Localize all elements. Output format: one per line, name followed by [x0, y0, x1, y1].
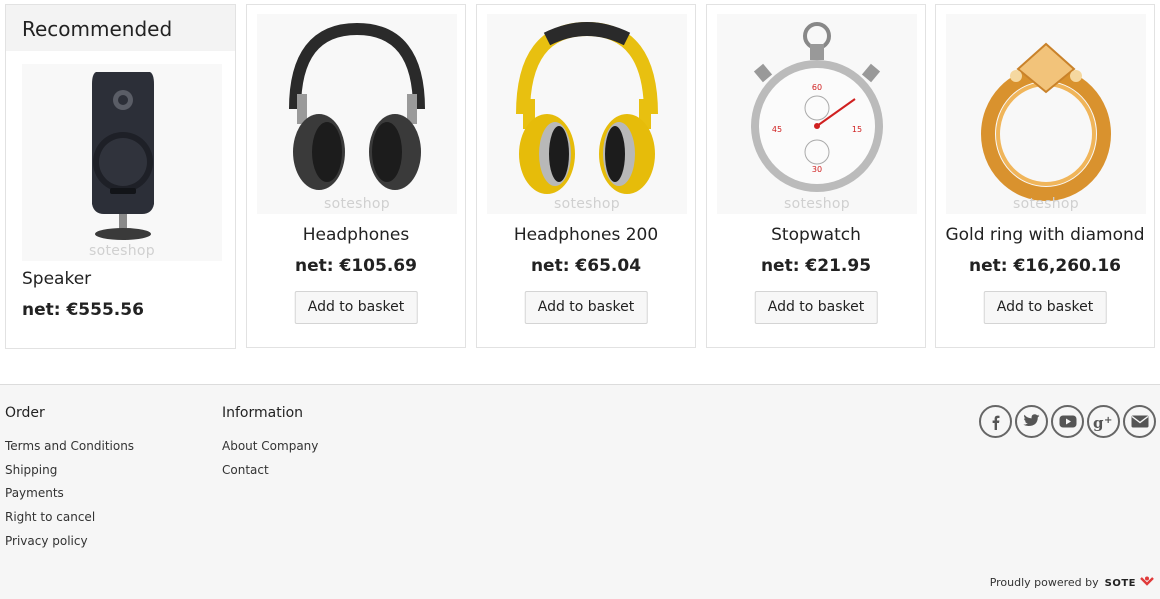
stopwatch-image[interactable]: 60 15 30 45 soteshop: [717, 14, 917, 214]
product-card: soteshop Gold ring with diamond net: €16…: [935, 4, 1155, 348]
email-icon[interactable]: [1123, 405, 1156, 438]
add-to-basket-button[interactable]: Add to basket: [754, 291, 878, 324]
footer-link-privacy[interactable]: Privacy policy: [5, 534, 134, 558]
product-name[interactable]: Headphones 200: [477, 225, 695, 245]
product-price: net: €16,260.16: [968, 256, 1122, 276]
powered-by: Proudly powered by SOTE: [990, 576, 1154, 589]
google-plus-icon[interactable]: g +: [1087, 405, 1120, 438]
footer-information-column: Information About Company Contact: [222, 405, 318, 486]
footer-link-right-to-cancel[interactable]: Right to cancel: [5, 510, 134, 534]
svg-text:g: g: [1093, 414, 1104, 431]
sote-logo-icon: [1140, 576, 1154, 586]
product-card: soteshop Headphones 200 net: €65.04 Add …: [476, 4, 696, 348]
product-name[interactable]: Gold ring with diamond: [936, 225, 1154, 245]
watermark: soteshop: [324, 196, 390, 212]
sote-brand-text: SOTE: [1104, 578, 1137, 589]
product-price: net: €65.04: [530, 256, 642, 276]
footer-order-title: Order: [5, 405, 45, 421]
speaker-image[interactable]: soteshop: [22, 64, 222, 261]
footer: Order Terms and Conditions Shipping Paym…: [0, 384, 1160, 599]
product-name[interactable]: Speaker: [22, 269, 235, 289]
watermark: soteshop: [554, 196, 620, 212]
facebook-icon[interactable]: [979, 405, 1012, 438]
svg-text:15: 15: [852, 125, 862, 134]
twitter-icon[interactable]: [1015, 405, 1048, 438]
svg-text:30: 30: [812, 165, 822, 174]
recommended-title: Recommended: [6, 5, 235, 51]
product-card: soteshop Headphones net: €105.69 Add to …: [246, 4, 466, 348]
sote-logo[interactable]: SOTE: [1105, 576, 1154, 589]
footer-link-about[interactable]: About Company: [222, 439, 318, 463]
product-name[interactable]: Stopwatch: [707, 225, 925, 245]
add-to-basket-button[interactable]: Add to basket: [983, 291, 1107, 324]
footer-order-column: Order Terms and Conditions Shipping Paym…: [5, 405, 134, 557]
product-price: net: €105.69: [295, 256, 417, 276]
powered-by-text: Proudly powered by: [989, 576, 1099, 589]
add-to-basket-button[interactable]: Add to basket: [294, 291, 418, 324]
headphones-black-image[interactable]: soteshop: [257, 14, 457, 214]
watermark: soteshop: [1013, 196, 1079, 212]
gold-ring-image[interactable]: soteshop: [946, 14, 1146, 214]
youtube-icon[interactable]: [1051, 405, 1084, 438]
svg-text:45: 45: [772, 125, 782, 134]
footer-information-title: Information: [222, 405, 304, 421]
product-strip: Recommended soteshop Speaker net: €555.5…: [0, 0, 1160, 384]
add-to-basket-button[interactable]: Add to basket: [524, 291, 648, 324]
svg-text:+: +: [1104, 415, 1112, 426]
svg-text:60: 60: [812, 83, 822, 92]
product-price: net: €555.56: [22, 300, 144, 320]
watermark: soteshop: [89, 243, 155, 259]
recommended-card: Recommended soteshop Speaker net: €555.5…: [5, 4, 236, 349]
product-price: net: €21.95: [760, 256, 872, 276]
social-icons: g +: [979, 405, 1156, 438]
footer-link-payments[interactable]: Payments: [5, 486, 134, 510]
footer-link-shipping[interactable]: Shipping: [5, 463, 134, 487]
headphones-yellow-image[interactable]: soteshop: [487, 14, 687, 214]
product-card: 60 15 30 45 soteshop Stopwatch net: €21.…: [706, 4, 926, 348]
watermark: soteshop: [784, 196, 850, 212]
product-name[interactable]: Headphones: [247, 225, 465, 245]
footer-link-contact[interactable]: Contact: [222, 463, 318, 487]
footer-link-terms[interactable]: Terms and Conditions: [5, 439, 134, 463]
